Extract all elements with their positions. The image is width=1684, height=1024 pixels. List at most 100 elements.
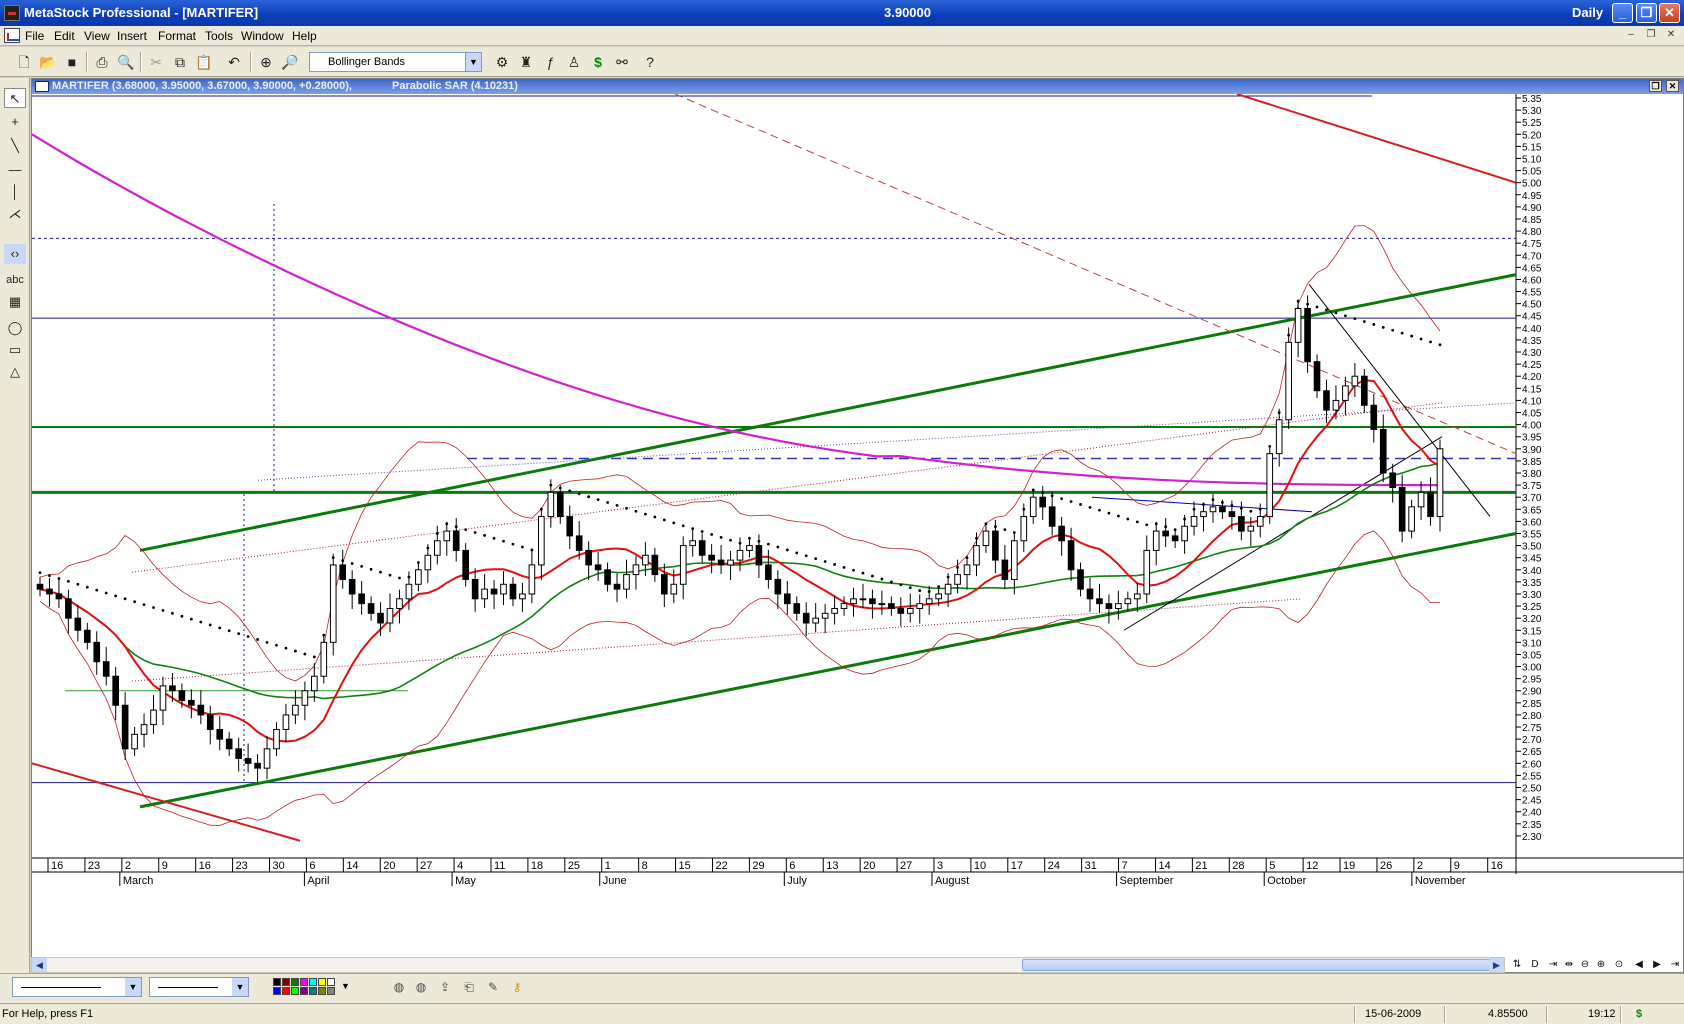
color-swatch[interactable] — [327, 978, 335, 986]
scroll-lock-icon[interactable]: ⇅ — [1510, 958, 1524, 972]
color-swatch[interactable] — [318, 978, 326, 986]
key-icon[interactable]: ⚷ — [508, 979, 526, 995]
triangle-icon[interactable]: △ — [4, 362, 26, 382]
zoom-out-icon[interactable]: ⊖ — [1578, 958, 1592, 972]
context-help-icon[interactable]: ? — [640, 52, 660, 72]
grid-tool-icon[interactable]: ▦ — [4, 292, 26, 312]
mdi-restore-button[interactable]: ❐ — [1644, 29, 1658, 42]
scroll-right-icon[interactable]: ▶ — [1489, 958, 1504, 972]
expert-advisor-icon[interactable]: ⚙ — [492, 52, 512, 72]
crosshair-icon[interactable]: ⊕ — [256, 52, 276, 72]
close-button[interactable]: ✕ — [1659, 3, 1680, 23]
scroll-thumb[interactable] — [1022, 959, 1492, 971]
color-palette[interactable]: ▼ — [271, 978, 361, 996]
price-chart[interactable]: 2.302.352.402.452.50 2.552.602.652.702.75… — [32, 94, 1683, 972]
nav-end-icon[interactable]: ⇥ — [1668, 958, 1682, 972]
zoom-in-icon[interactable]: ⊕ — [1594, 958, 1608, 972]
color-swatch[interactable] — [291, 987, 299, 995]
zoom-icon[interactable]: 🔎 — [280, 52, 300, 72]
horizontal-line-icon[interactable]: — — [4, 160, 26, 180]
restore-button[interactable]: ❐ — [1636, 3, 1657, 23]
chart-scrollbar[interactable]: ◀ ▶ — [31, 957, 1505, 973]
color-swatch[interactable] — [282, 987, 290, 995]
nav-left-icon[interactable]: ◀ — [1632, 958, 1646, 972]
menu-help[interactable]: Help — [292, 29, 317, 43]
chart-close-button[interactable]: ✕ — [1666, 80, 1679, 92]
rectangle-icon[interactable]: ▭ — [4, 340, 26, 360]
color-swatch[interactable] — [309, 978, 317, 986]
color-swatch[interactable] — [300, 987, 308, 995]
cut-icon[interactable]: ✂ — [146, 52, 166, 72]
color-swatch[interactable] — [300, 978, 308, 986]
menu-view[interactable]: View — [84, 29, 110, 43]
color-swatch[interactable] — [273, 987, 281, 995]
chevron-down-icon[interactable]: ▼ — [125, 978, 141, 996]
indicator-select[interactable]: Bollinger Bands ▼ — [309, 52, 482, 72]
binoculars-icon[interactable]: ⚯ — [612, 52, 632, 72]
save-icon[interactable]: ■ — [62, 52, 82, 72]
color-swatch[interactable] — [318, 987, 326, 995]
open-icon[interactable]: 📂 — [38, 52, 58, 72]
print-icon[interactable]: ⎙ — [92, 52, 112, 72]
candle-body — [301, 690, 309, 706]
paste-icon[interactable]: 📋 — [194, 52, 214, 72]
line-style-select[interactable]: ▼ — [12, 977, 142, 997]
crosshair-tool-icon[interactable]: + — [4, 112, 26, 132]
chevron-down-icon[interactable]: ▼ — [341, 981, 350, 991]
menu-insert[interactable]: Insert — [117, 29, 147, 43]
color-swatch[interactable] — [327, 987, 335, 995]
chevron-down-icon[interactable]: ▼ — [232, 978, 248, 996]
minimize-button[interactable]: _ — [1612, 3, 1633, 23]
templates-icon[interactable]: ✎ — [484, 979, 502, 995]
undo-icon[interactable]: ↶ — [224, 52, 244, 72]
expand-icon[interactable]: ⇹ — [1562, 958, 1576, 972]
y-tick-label: 2.50 — [1522, 784, 1542, 795]
pointer-icon[interactable]: ↖ — [4, 88, 26, 108]
menu-format[interactable]: Format — [158, 29, 196, 43]
speed-lines-icon[interactable]: ⋌ — [4, 204, 26, 224]
candle-body — [169, 685, 176, 692]
parabolic-sar-dot — [483, 534, 486, 537]
mdi-minimize-button[interactable]: – — [1624, 29, 1638, 42]
new-icon[interactable]: 🗋 — [14, 52, 34, 72]
menu-window[interactable]: Window — [241, 29, 284, 43]
color-swatch[interactable] — [273, 978, 281, 986]
chart-window[interactable]: MARTIFER (3.68000, 3.95000, 3.67000, 3.9… — [31, 78, 1684, 973]
periodicity-icon[interactable]: D — [1528, 958, 1542, 972]
object-delete-icon[interactable]: ◍ — [412, 979, 430, 995]
parabolic-sar-dot — [104, 591, 108, 595]
color-swatch[interactable] — [309, 987, 317, 995]
dollar-icon[interactable]: $ — [588, 52, 608, 72]
menu-tools[interactable]: Tools — [205, 29, 233, 43]
compress-icon[interactable]: ⇥ — [1546, 958, 1560, 972]
document-icon[interactable] — [4, 28, 20, 43]
snap-icon[interactable]: ⇪ — [436, 979, 454, 995]
text-tool-icon[interactable]: abc — [4, 270, 26, 290]
trendline-icon[interactable]: ╲ — [4, 136, 26, 156]
system-tester-icon[interactable]: ♙ — [564, 52, 584, 72]
color-swatch[interactable] — [291, 978, 299, 986]
layout-icon[interactable]: ⎗ — [460, 979, 478, 995]
zoom-reset-icon[interactable]: ⊙ — [1612, 958, 1626, 972]
mdi-close-button[interactable]: ✕ — [1664, 29, 1678, 42]
formula-icon[interactable]: ƒ — [540, 52, 560, 72]
candle-body — [452, 530, 460, 551]
menu-edit[interactable]: Edit — [54, 29, 75, 43]
chevron-down-icon[interactable]: ▼ — [465, 53, 481, 71]
copy-icon[interactable]: ⧉ — [170, 52, 190, 72]
object-properties-icon[interactable]: ◍ — [390, 979, 408, 995]
nav-right-icon[interactable]: ▶ — [1650, 958, 1664, 972]
explorer-icon[interactable]: ♜ — [516, 52, 536, 72]
menu-file[interactable]: File — [25, 29, 44, 43]
y-tick-label: 2.95 — [1522, 675, 1542, 686]
chart-restore-button[interactable]: ❐ — [1649, 80, 1662, 92]
color-swatch[interactable] — [282, 978, 290, 986]
vertical-line-icon[interactable]: │ — [4, 182, 26, 202]
scroll-left-icon[interactable]: ◀ — [32, 958, 47, 972]
x-tick-label: 27 — [900, 860, 912, 872]
line-weight-select[interactable]: ▼ — [149, 977, 249, 997]
print-preview-icon[interactable]: 🔍 — [116, 52, 136, 72]
cycle-lines-icon[interactable]: ‹› — [4, 244, 26, 264]
ellipse-icon[interactable]: ◯ — [4, 318, 26, 338]
candle-body — [869, 598, 876, 605]
